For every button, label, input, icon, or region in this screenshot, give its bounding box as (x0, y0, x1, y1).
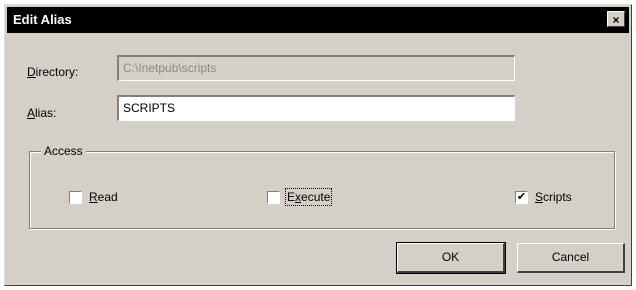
directory-label: Directory: (27, 65, 79, 79)
dialog-title: Edit Alias (13, 12, 72, 27)
directory-value: C:\Inetpub\scripts (123, 61, 217, 75)
alias-value: SCRIPTS (123, 101, 176, 115)
read-label[interactable]: Read (89, 190, 118, 204)
execute-checkbox[interactable] (267, 191, 280, 204)
scripts-checkbox[interactable]: ✔ (515, 191, 528, 204)
close-button[interactable]: × (607, 11, 625, 27)
access-legend: Access (41, 144, 86, 158)
scripts-label[interactable]: Scripts (535, 190, 572, 204)
cancel-button[interactable]: Cancel (517, 243, 625, 273)
edit-alias-dialog: Edit Alias × Directory: C:\Inetpub\scrip… (4, 4, 632, 286)
ok-button[interactable]: OK (396, 242, 506, 274)
close-icon: × (612, 13, 620, 27)
check-icon: ✔ (516, 191, 527, 203)
alias-input[interactable]: SCRIPTS (117, 95, 515, 121)
alias-label: Alias: (27, 106, 57, 120)
read-checkbox[interactable] (69, 191, 82, 204)
execute-label[interactable]: Execute (284, 188, 333, 206)
directory-field: C:\Inetpub\scripts (117, 55, 515, 81)
title-bar[interactable]: Edit Alias × (7, 7, 629, 33)
